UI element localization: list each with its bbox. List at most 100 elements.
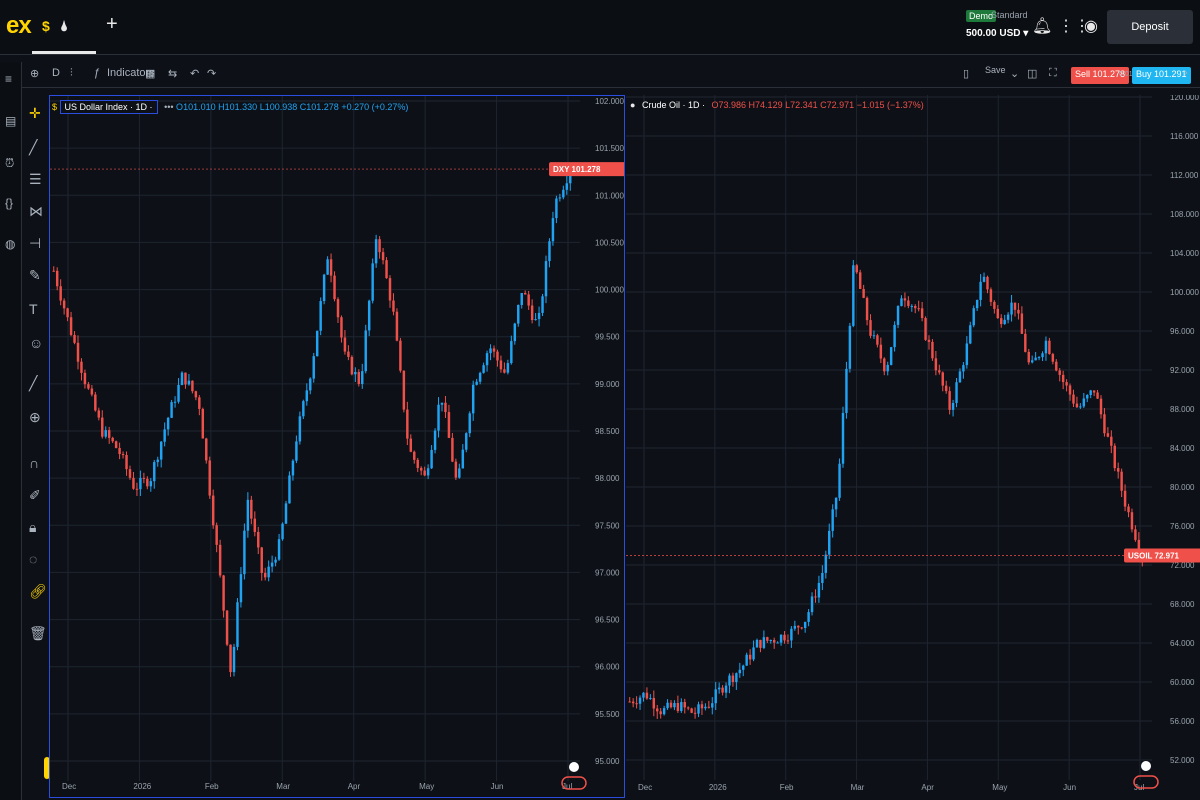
- candle-body: [295, 441, 298, 461]
- candle-body: [803, 621, 807, 628]
- add-symbol-icon[interactable]: ⊕: [30, 67, 39, 80]
- timeframe-button[interactable]: D: [52, 67, 60, 79]
- candle-body: [440, 402, 444, 405]
- candle-body: [558, 197, 562, 199]
- candle-body: [965, 343, 969, 366]
- chevron-right-icon[interactable]: ›: [1184, 67, 1188, 79]
- deposit-button[interactable]: Deposit: [1107, 10, 1193, 44]
- candle-body: [876, 335, 879, 345]
- candle-body: [1079, 406, 1082, 408]
- trash-icon[interactable]: 🗑︎: [29, 625, 47, 642]
- candle-body: [423, 470, 426, 476]
- text-icon[interactable]: T: [29, 301, 38, 317]
- candle-body: [659, 711, 662, 715]
- candle-body: [886, 364, 889, 372]
- candle-body: [786, 640, 790, 642]
- candle-body: [1017, 309, 1020, 314]
- y-tick-label: 95.500: [595, 710, 620, 719]
- candle-body: [565, 183, 569, 190]
- fib-icon[interactable]: ☰: [29, 171, 42, 188]
- candle-body: [1061, 374, 1065, 383]
- candle-body: [222, 575, 225, 611]
- ruler-icon[interactable]: ╱: [29, 375, 37, 392]
- y-tick-label: 98.000: [595, 474, 620, 483]
- candle-body: [555, 198, 558, 219]
- indicators-icon[interactable]: ƒ: [94, 67, 100, 79]
- candle-body: [523, 292, 527, 295]
- brand-logo[interactable]: ex: [6, 12, 32, 40]
- dxy-symbol-label[interactable]: US Dollar Index · 1D ·: [59, 100, 158, 114]
- y-tick-label: 101.000: [595, 191, 624, 200]
- layout-icon[interactable]: ▯: [963, 67, 969, 80]
- prediction-icon[interactable]: ⊣: [29, 235, 41, 252]
- candle-body: [83, 372, 87, 385]
- replay-icon[interactable]: ⇆: [168, 67, 177, 80]
- usoil-close: C72.971: [820, 100, 855, 110]
- save-dropdown-icon[interactable]: ⌄: [1010, 67, 1019, 80]
- buy-button[interactable]: Buy 101.291: [1132, 67, 1191, 84]
- save-button[interactable]: Save: [985, 65, 1006, 75]
- emoji-icon[interactable]: ☺: [29, 335, 43, 351]
- session-icon[interactable]: [569, 762, 579, 772]
- chart-pane-dxy[interactable]: 102.000 101.500 101.000 100.500 100.000 99.50…: [49, 95, 625, 798]
- bell-icon[interactable]: 🔔︎: [1032, 16, 1052, 36]
- candle-body: [1096, 392, 1099, 399]
- chart-type-icon[interactable]: ⫶: [70, 67, 73, 80]
- tab-usd[interactable]: $ 🌢: [32, 8, 96, 54]
- candle-body: [139, 477, 142, 490]
- oil-drop-icon[interactable]: 🌢: [60, 18, 68, 35]
- candle-body: [728, 675, 731, 686]
- screenshot-icon[interactable]: ◫: [1027, 67, 1037, 80]
- link-icon[interactable]: 🔗︎: [29, 583, 47, 600]
- candle-body: [426, 468, 430, 476]
- candle-body: [399, 340, 402, 371]
- fullscreen-icon[interactable]: ⛶: [1049, 67, 1057, 80]
- menu-icon[interactable]: ≡: [5, 72, 12, 86]
- candle-body: [468, 413, 471, 434]
- candle-body: [748, 654, 752, 660]
- zoom-icon[interactable]: ⊕: [29, 409, 41, 426]
- candle-body: [97, 410, 101, 418]
- help-icon[interactable]: ◍: [5, 237, 15, 251]
- brush-icon[interactable]: ✎: [29, 267, 41, 284]
- magnet-icon[interactable]: ∩: [29, 455, 39, 471]
- left-sidebar: ≡ ▤ ⏰︎ {} ◍: [0, 62, 22, 800]
- alarm-icon[interactable]: ⏰︎: [5, 156, 14, 171]
- candle-body: [281, 523, 284, 540]
- trend-line-icon[interactable]: ╱: [29, 139, 37, 156]
- chart-pane-usoil[interactable]: 120.000 116.000 112.000 108.000 104.000 100.0…: [626, 95, 1200, 798]
- candle-body: [437, 404, 440, 431]
- lock-icon[interactable]: 🔒︎: [29, 519, 36, 536]
- watchlist-icon[interactable]: ▤: [5, 114, 16, 128]
- candle-body: [779, 634, 783, 643]
- profile-icon[interactable]: ◉: [1084, 16, 1098, 36]
- candle-body: [707, 706, 711, 708]
- templates-icon[interactable]: ▦: [145, 67, 155, 80]
- lock-drawing-icon[interactable]: ✐: [29, 487, 41, 504]
- more-options-icon[interactable]: •••: [164, 102, 173, 112]
- undo-icon[interactable]: ↶: [190, 67, 199, 80]
- candle-body: [128, 469, 132, 478]
- candle-body: [1055, 361, 1058, 371]
- candle-body: [232, 646, 236, 673]
- crosshair-icon[interactable]: ✛: [29, 105, 41, 122]
- candle-body: [1092, 390, 1096, 393]
- candle-body: [482, 365, 485, 373]
- candle-body: [496, 351, 499, 361]
- visibility-icon[interactable]: ◌: [29, 551, 37, 567]
- pattern-icon[interactable]: ⋈: [29, 203, 43, 220]
- redo-icon[interactable]: ↷: [207, 67, 216, 80]
- candle-body: [562, 189, 565, 198]
- candle-body: [159, 441, 163, 460]
- y-tick-label: 88.000: [1170, 405, 1195, 414]
- candle-body: [738, 669, 742, 674]
- usoil-candlestick-chart[interactable]: 120.000 116.000 112.000 108.000 104.000 100.0…: [626, 95, 1200, 798]
- usoil-symbol-label[interactable]: Crude Oil · 1D ·: [638, 99, 709, 111]
- session-icon[interactable]: [1141, 761, 1151, 771]
- dxy-candlestick-chart[interactable]: 102.000 101.500 101.000 100.500 100.000 99.50…: [50, 96, 624, 797]
- candle-body: [499, 360, 503, 370]
- candle-body: [419, 467, 423, 471]
- account-balance-dropdown[interactable]: 500.00 USD ▾: [966, 28, 1028, 39]
- add-tab-button[interactable]: +: [106, 13, 118, 36]
- code-icon[interactable]: {}: [5, 196, 13, 210]
